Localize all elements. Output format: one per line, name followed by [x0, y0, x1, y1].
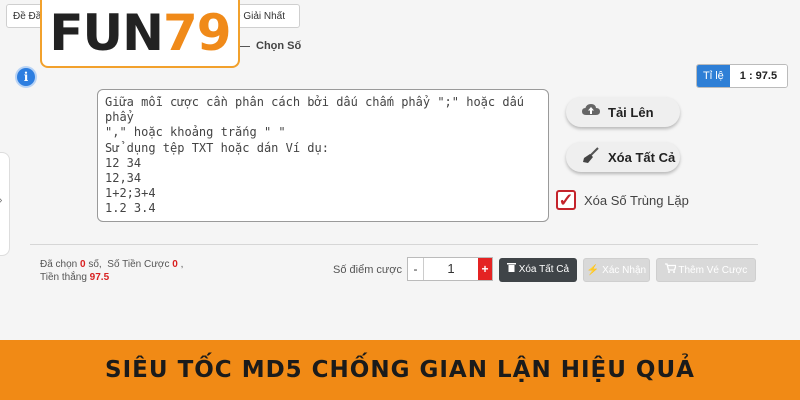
- remove-duplicates-option[interactable]: ✓ Xóa Số Trùng Lặp: [556, 190, 689, 210]
- clear-all-label: Xóa Tất Cả: [608, 149, 676, 165]
- side-panel-handle[interactable]: ›: [0, 152, 10, 256]
- clear-all-small-button[interactable]: Xóa Tất Cả: [499, 258, 577, 282]
- cloud-upload-icon: [582, 103, 600, 122]
- confirm-button[interactable]: ⚡ Xác Nhận: [583, 258, 650, 282]
- broom-icon: [582, 146, 600, 169]
- info-icon[interactable]: i: [17, 68, 35, 86]
- chevron-right-icon: ›: [0, 195, 2, 206]
- clear-all-button[interactable]: Xóa Tất Cả: [566, 142, 680, 172]
- add-to-bet-button[interactable]: Thêm Vé Cược: [656, 258, 756, 282]
- bet-summary: Đã chọn 0 số, Số Tiền Cược 0 , Tiền thắn…: [40, 259, 184, 283]
- chon-so-option[interactable]: Chọn Số: [240, 40, 301, 52]
- quantity-stepper[interactable]: - 1 +: [407, 257, 493, 281]
- increment-button[interactable]: +: [478, 258, 492, 280]
- bolt-icon: ⚡: [586, 265, 600, 276]
- decrement-button[interactable]: -: [408, 258, 424, 280]
- betting-panel: Đề Đầ ề Giải Nhất FUN79 Chọn Số i › Tỉ l…: [0, 0, 800, 340]
- odds-value: 1 : 97.5: [729, 65, 788, 87]
- trash-icon: [506, 263, 519, 275]
- promo-banner: SIÊU TỐC MD5 CHỐNG GIAN LẬN HIỆU QUẢ: [0, 340, 800, 400]
- odds-label: Tỉ lệ: [697, 65, 730, 87]
- banner-text: SIÊU TỐC MD5 CHỐNG GIAN LẬN HIỆU QUẢ: [105, 357, 695, 383]
- quantity-field[interactable]: 1: [424, 258, 478, 280]
- fun79-logo: FUN79: [40, 0, 240, 68]
- win-amount: 97.5: [89, 272, 110, 283]
- selected-count: 0: [80, 259, 86, 270]
- chon-so-label: Chọn Số: [256, 40, 302, 52]
- checkbox-checked-icon[interactable]: ✓: [556, 190, 576, 210]
- bet-points-label: Số điểm cược: [333, 264, 402, 276]
- radio-indicator: [240, 45, 250, 47]
- number-input-area[interactable]: Giữa mỗi cược cần phân cách bởi dấu chấm…: [97, 89, 549, 222]
- upload-button[interactable]: Tải Lên: [566, 97, 680, 127]
- divider: [30, 244, 758, 245]
- odds-badge: Tỉ lệ 1 : 97.5: [696, 64, 789, 88]
- bet-amount: 0: [172, 259, 178, 270]
- cart-icon: [664, 263, 679, 276]
- upload-label: Tải Lên: [608, 104, 654, 120]
- remove-duplicates-label: Xóa Số Trùng Lặp: [584, 192, 689, 208]
